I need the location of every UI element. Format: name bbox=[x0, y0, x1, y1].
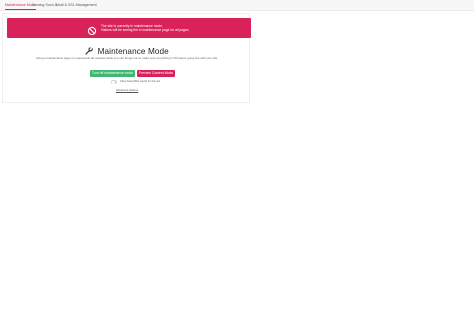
searchbot-toggle[interactable] bbox=[111, 80, 117, 84]
title-row: Maintenance Mode bbox=[3, 41, 251, 56]
block-icon bbox=[87, 23, 97, 36]
tab-multi-ssl-management[interactable]: Multi & SSL Management bbox=[56, 2, 97, 10]
wrench-icon bbox=[85, 42, 93, 55]
maintenance-panel: The site is currently in maintenance mod… bbox=[2, 13, 251, 103]
preview-content-mode-button[interactable]: Preview Content Mode bbox=[137, 70, 175, 77]
searchbot-toggle-label: Allow SearchBot crawls for this site bbox=[120, 80, 161, 84]
toggle-knob bbox=[111, 80, 115, 84]
viewport: Maintenance Mode Coming Soon & Multi & S… bbox=[0, 0, 474, 316]
page-title: Maintenance Mode bbox=[97, 47, 169, 56]
tab-bar: Maintenance Mode Coming Soon & Multi & S… bbox=[0, 0, 474, 11]
description-text: Using a maintenance page on request lets… bbox=[35, 56, 219, 60]
advanced-options-link[interactable]: Advanced options bbox=[3, 88, 251, 92]
tab-maintenance-mode[interactable]: Maintenance Mode bbox=[5, 2, 36, 10]
maintenance-warning-banner: The site is currently in maintenance mod… bbox=[7, 18, 251, 38]
banner-info-text: Visitors will be seeing the in maintenan… bbox=[101, 28, 190, 32]
turn-off-maintenance-button[interactable]: Turn off maintenance mode bbox=[90, 70, 135, 77]
tab-coming-soon[interactable]: Coming Soon & bbox=[32, 2, 57, 10]
